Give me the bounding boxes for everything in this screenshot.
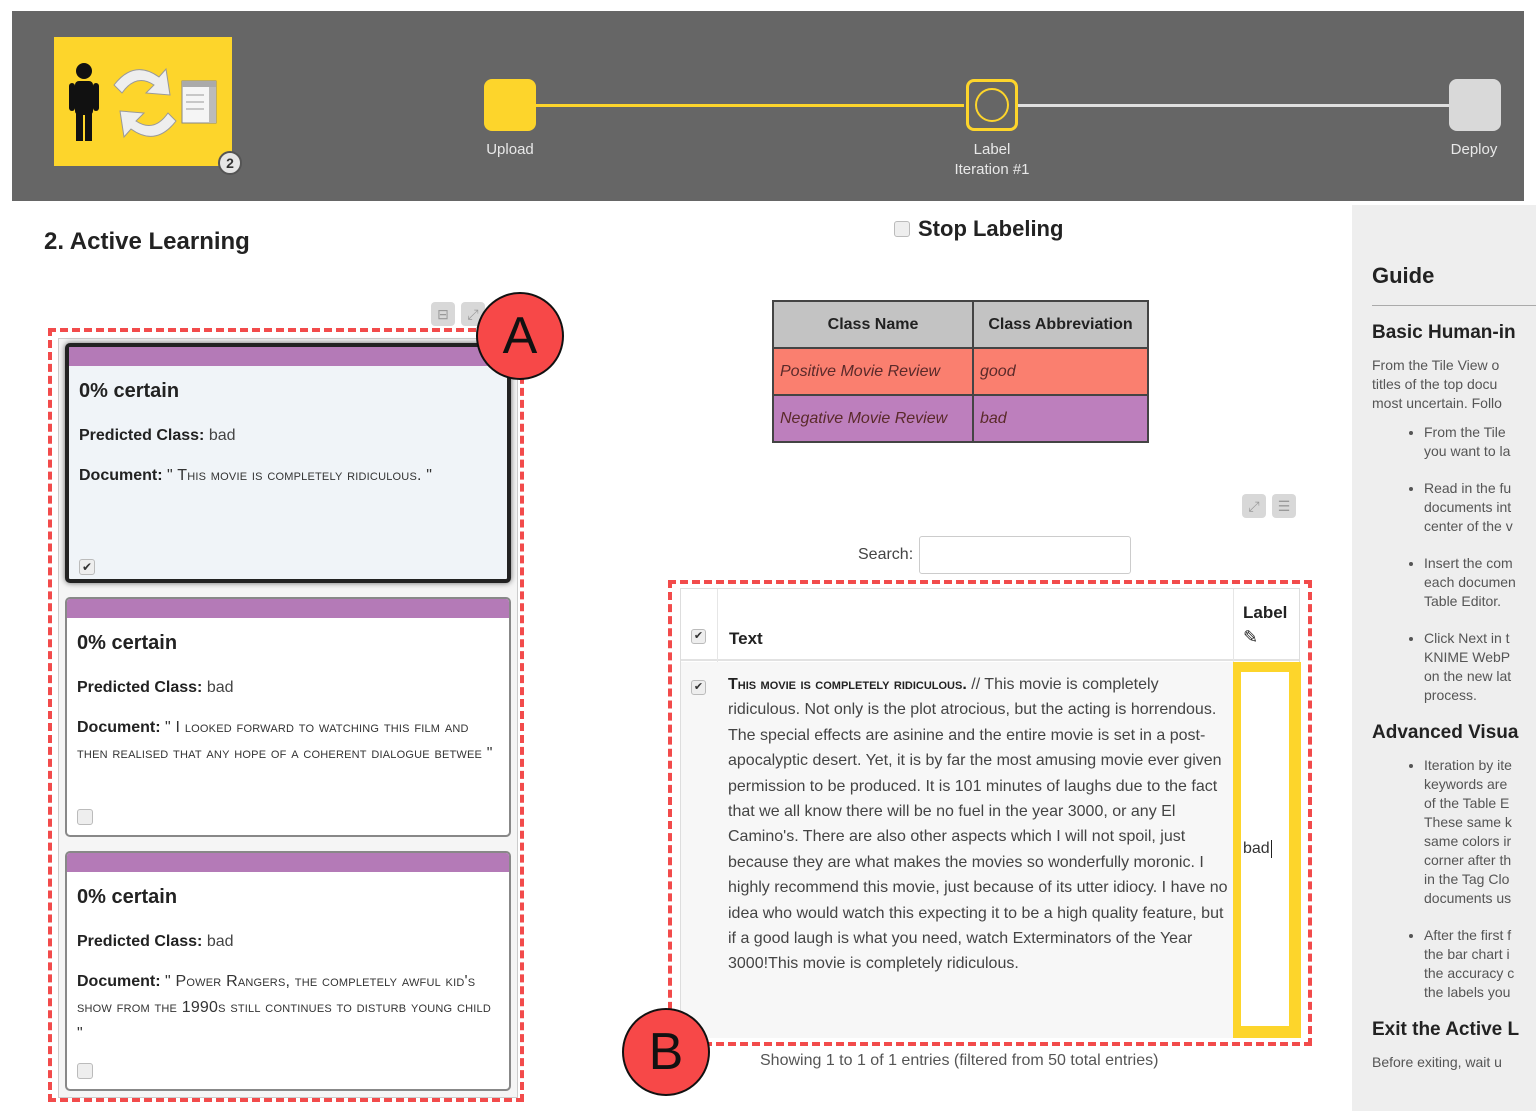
menu-icon[interactable]: ☰ [1272, 494, 1296, 518]
guide-list-item: Read in the fudocuments intcenter of the… [1424, 479, 1536, 536]
workflow-header: 2 Upload Label Iteration #1 Deploy [12, 11, 1524, 201]
app-logo [54, 37, 232, 166]
guide-title: Guide [1372, 263, 1435, 288]
stop-labeling-checkbox[interactable] [894, 221, 910, 237]
annotation-marker-b: B [622, 1008, 710, 1096]
class-abbreviation: good [972, 347, 1149, 396]
class-name: Positive Movie Review [772, 347, 974, 396]
search-label: Search: [858, 546, 914, 563]
search-bar: Search: [858, 536, 1132, 574]
table-editor-controls: ⤢ ☰ [1242, 494, 1296, 518]
annotation-box-a [48, 328, 524, 1102]
current-step-ring-icon [975, 88, 1009, 122]
stop-labeling: Stop Labeling [894, 216, 1063, 242]
step-deploy-label: Deploy [1450, 141, 1498, 158]
step-number-badge: 2 [218, 151, 242, 175]
human-in-loop-icon [69, 63, 217, 141]
class-abbreviation: bad [972, 394, 1149, 443]
annotation-box-b [668, 580, 1312, 1046]
class-row-positive: Positive Movie Review good [772, 347, 1149, 396]
guide-panel: Guide Basic Human-in From the Tile View … [1352, 205, 1536, 1111]
guide-list-item: After the first fthe bar chart ithe accu… [1424, 926, 1536, 1002]
stop-labeling-label: Stop Labeling [918, 216, 1064, 241]
progress-line-done [534, 104, 964, 107]
step-upload-node[interactable] [484, 79, 536, 131]
step-upload-label: Upload [486, 141, 534, 158]
collapse-icon[interactable]: ⊟ [431, 302, 455, 326]
guide-heading: Exit the Active L [1372, 1019, 1520, 1040]
progress-line-pending [1018, 104, 1458, 107]
page-title: 2. Active Learning [44, 228, 250, 255]
guide-list-item: Click Next in tKNIME WebPon the new latp… [1424, 629, 1536, 705]
expand-icon[interactable]: ⤢ [1242, 494, 1266, 518]
table-status: Showing 1 to 1 of 1 entries (filtered fr… [760, 1052, 1159, 1069]
column-header-class-name: Class Name [772, 300, 974, 349]
guide-paragraph: Before exiting, wait u [1372, 1054, 1502, 1070]
step-label-label: Label Iteration #1 [954, 141, 1030, 178]
annotation-marker-a: A [476, 292, 564, 380]
guide-heading: Advanced Visua [1372, 722, 1519, 743]
guide-list: From the Tileyou want to la Read in the … [1372, 423, 1536, 705]
guide-divider [1372, 305, 1536, 306]
search-input[interactable] [919, 536, 1132, 574]
guide-list-item: Insert the comeach documenTable Editor. [1424, 554, 1536, 611]
guide-paragraph: From the Tile View o titles of the top d… [1372, 357, 1502, 411]
class-legend-table: Class Name Class Abbreviation Positive M… [772, 300, 1149, 443]
class-row-negative: Negative Movie Review bad [772, 394, 1149, 443]
step-deploy-node[interactable] [1449, 79, 1501, 131]
guide-heading: Basic Human-in [1372, 322, 1516, 343]
guide-list: Iteration by itekeywords areof the Table… [1372, 756, 1536, 1002]
guide-list-item: From the Tileyou want to la [1424, 423, 1536, 461]
column-header-class-abbreviation: Class Abbreviation [972, 300, 1149, 349]
step-label-node[interactable] [966, 79, 1018, 131]
guide-list-item: Iteration by itekeywords areof the Table… [1424, 756, 1536, 908]
class-name: Negative Movie Review [772, 394, 974, 443]
guide-content: Basic Human-in From the Tile View o titl… [1372, 323, 1536, 1082]
